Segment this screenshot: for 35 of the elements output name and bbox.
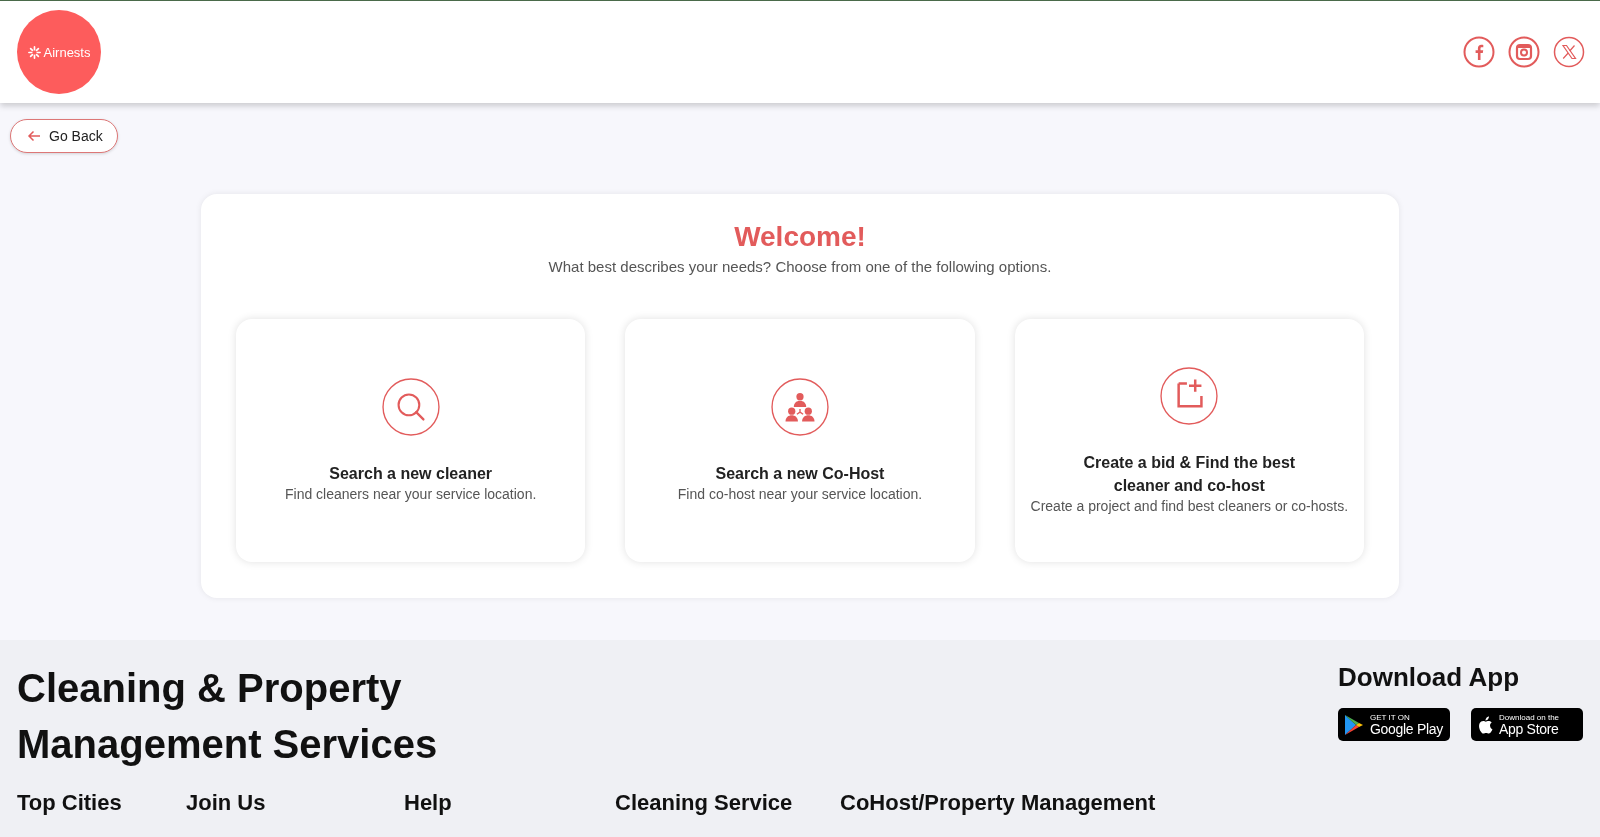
footer-column-heading: Help xyxy=(404,790,452,815)
option-card[interactable]: Search a new cleaner Find cleaners near your service location. xyxy=(236,319,586,562)
go-back-button[interactable]: Go Back xyxy=(10,119,118,153)
option-description: Find co-host near your service location. xyxy=(677,485,923,503)
badge-store-name: App Store xyxy=(1499,721,1560,737)
logo-text: Airnests xyxy=(43,44,91,60)
sparkle-icon xyxy=(27,45,41,59)
option-card[interactable]: Search a new Co-Host Find co-host near your service location. xyxy=(625,319,975,562)
play-triangle-icon xyxy=(1344,713,1364,736)
app-store-badge[interactable]: GET IT ON Google Play xyxy=(1338,708,1450,741)
app-store-badge[interactable]: Download on the App Store xyxy=(1471,708,1583,741)
people-icon xyxy=(771,378,829,436)
footer-column-heading: CoHost/Property Management xyxy=(840,790,1156,815)
badge-caption: GET IT ON xyxy=(1370,712,1411,722)
facebook-icon[interactable] xyxy=(1463,36,1495,68)
option-title: Search a new Co-Host xyxy=(715,464,885,484)
footer-title: Cleaning & Property Management Services xyxy=(17,665,439,768)
welcome-title: Welcome! xyxy=(733,220,867,254)
option-description: Find cleaners near your service location. xyxy=(285,485,537,503)
download-app-heading: Download App xyxy=(1338,661,1520,694)
apple-icon xyxy=(1477,714,1493,735)
footer-column-heading: Top Cities xyxy=(17,790,122,815)
instagram-icon[interactable] xyxy=(1508,36,1540,68)
option-card[interactable]: Create a bid & Find the best cleaner and co-host Create a project and find best cleaners or co-hosts. xyxy=(1014,319,1364,562)
footer-column-heading: Join Us xyxy=(186,790,266,815)
welcome-subtitle: What best describes your needs? Choose from one of the following options. xyxy=(547,258,1053,275)
badge-store-name: Google Play xyxy=(1370,721,1443,737)
footer-column-heading: Cleaning Service xyxy=(615,790,793,815)
option-description: Create a project and find best cleaners or co-hosts. xyxy=(1030,496,1349,515)
option-title: Create a bid & Find the best cleaner and co-host xyxy=(1082,452,1297,496)
option-title: Search a new cleaner xyxy=(329,464,493,484)
search-icon xyxy=(381,378,440,436)
badge-caption: Download on the xyxy=(1499,712,1560,722)
x-icon[interactable] xyxy=(1553,36,1585,68)
arrow-left-icon xyxy=(27,130,41,142)
